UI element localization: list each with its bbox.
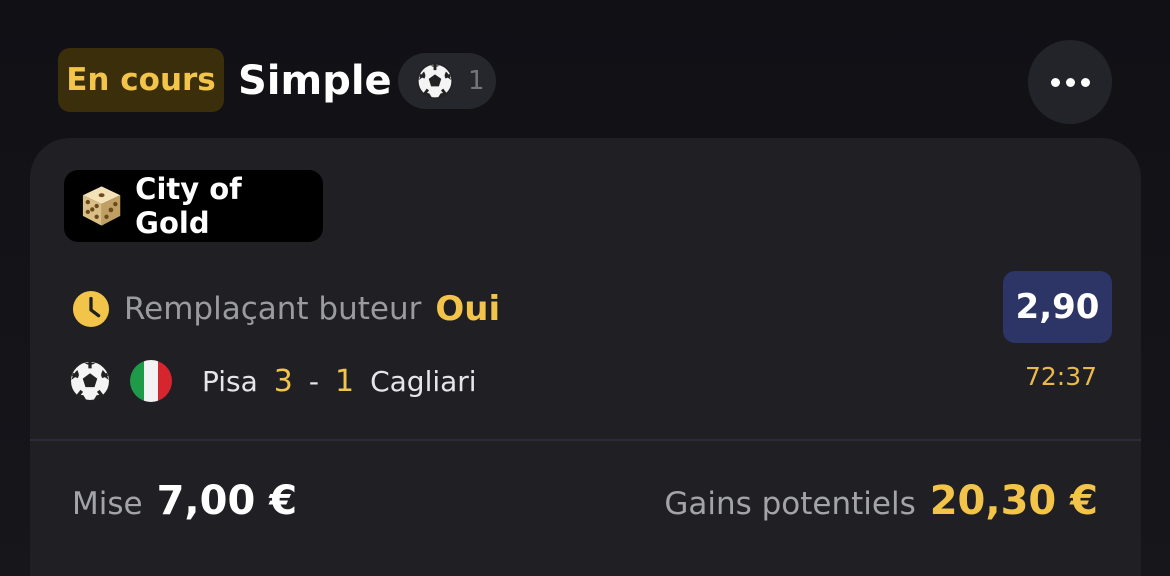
selection-count: 1	[468, 66, 485, 96]
potential-gains-value: 20,30 €	[929, 478, 1098, 524]
home-team: Pisa	[202, 364, 258, 398]
bet-type-title: Simple	[238, 58, 392, 104]
game-chip[interactable]: City of Gold	[64, 170, 323, 242]
score-separator: -	[308, 364, 319, 398]
status-badge: En cours	[58, 48, 224, 112]
soccer-ball-icon	[417, 63, 453, 99]
match-row[interactable]: Pisa 3 - 1 Cagliari	[68, 358, 477, 404]
clock-icon	[72, 290, 110, 328]
bet-page: En cours Simple 1 City of Gold Remplaçan…	[0, 0, 1170, 576]
away-team: Cagliari	[370, 364, 477, 398]
stake-row: Mise 7,00 €	[72, 478, 297, 524]
selection-row: Remplaçant buteur Oui	[72, 286, 500, 332]
more-dot	[1080, 77, 1090, 87]
market-label: Remplaçant buteur	[124, 291, 422, 327]
italy-flag-icon	[130, 360, 172, 402]
potential-gains-label: Gains potentiels	[664, 486, 916, 522]
selection-value: Oui	[435, 289, 501, 329]
more-dots-icon	[1050, 77, 1060, 87]
stake-label: Mise	[72, 486, 143, 522]
game-label: City of Gold	[135, 172, 242, 240]
dice-icon	[82, 186, 121, 226]
home-score: 3	[273, 363, 293, 399]
stake-value: 7,00 €	[156, 478, 298, 524]
more-dot	[1065, 77, 1075, 87]
soccer-ball-icon	[69, 360, 111, 402]
bet-card[interactable]: City of Gold Remplaçant buteur Oui 2,90	[30, 138, 1141, 576]
more-options-button[interactable]	[1028, 40, 1112, 124]
odds-badge[interactable]: 2,90	[1003, 271, 1112, 343]
potential-gains-row: Gains potentiels 20,30 €	[664, 478, 1098, 524]
divider	[30, 439, 1141, 441]
match-time: 72:37	[1024, 362, 1097, 391]
sport-count-pill: 1	[398, 53, 496, 109]
away-score: 1	[335, 363, 355, 399]
